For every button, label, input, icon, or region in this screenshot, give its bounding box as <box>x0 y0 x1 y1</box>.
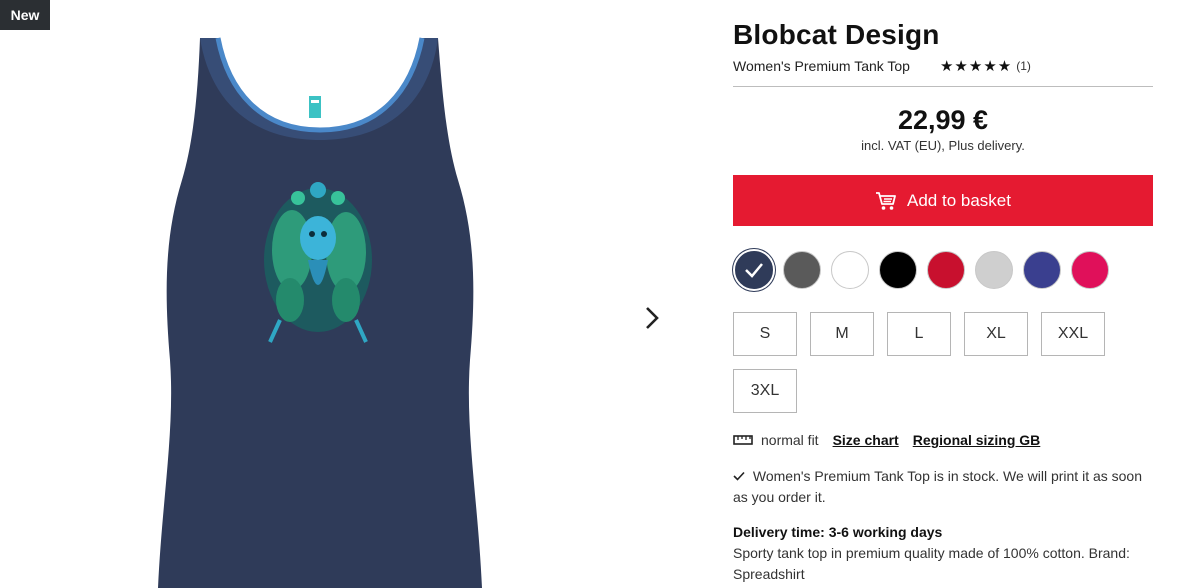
color-swatch-light-grey[interactable] <box>975 251 1013 289</box>
color-swatch-pink[interactable] <box>1071 251 1109 289</box>
ruler-icon <box>733 435 753 445</box>
product-title: Blobcat Design <box>733 19 940 50</box>
size-chart-link[interactable]: Size chart <box>833 432 899 448</box>
color-selector <box>735 251 1153 289</box>
tank-top-illustration <box>158 37 482 588</box>
rating-stars[interactable]: ★ ★ ★ ★ ★ <box>940 59 1011 74</box>
color-swatch-grey[interactable] <box>783 251 821 289</box>
product-subtitle: Women's Premium Tank Top <box>733 58 910 74</box>
star-icon: ★ <box>983 57 997 75</box>
stock-text: Women's Premium Tank Top is in stock. We… <box>733 468 1143 505</box>
add-to-basket-button[interactable]: Add to basket <box>733 175 1153 226</box>
color-swatch-navy[interactable] <box>735 251 773 289</box>
size-option-l[interactable]: L <box>887 312 951 356</box>
divider <box>733 86 1153 87</box>
regional-sizing-link[interactable]: Regional sizing GB <box>913 432 1041 448</box>
star-icon: ★ <box>997 57 1012 75</box>
color-swatch-white[interactable] <box>831 251 869 289</box>
size-option-3xl[interactable]: 3XL <box>733 369 797 413</box>
rating-count[interactable]: (1) <box>1016 59 1031 73</box>
star-icon: ★ <box>939 57 954 75</box>
color-swatch-red[interactable] <box>927 251 965 289</box>
size-option-xl[interactable]: XL <box>964 312 1028 356</box>
size-option-s[interactable]: S <box>733 312 797 356</box>
stock-status: Women's Premium Tank Top is in stock. We… <box>733 466 1153 508</box>
product-image[interactable] <box>140 30 500 588</box>
delivery-time: Delivery time: 3-6 working days <box>733 524 943 540</box>
size-selector: S M L XL XXL 3XL <box>733 312 1133 413</box>
star-icon: ★ <box>968 57 983 75</box>
color-swatch-black[interactable] <box>879 251 917 289</box>
size-option-xxl[interactable]: XXL <box>1041 312 1105 356</box>
fit-label: normal fit <box>761 432 819 448</box>
fit-info: normal fit Size chart Regional sizing GB <box>733 432 1153 448</box>
product-description: Sporty tank top in premium quality made … <box>733 545 1130 582</box>
checkmark-icon <box>745 263 763 278</box>
vat-note: incl. VAT (EU), Plus delivery. <box>861 138 1025 153</box>
chevron-right-icon <box>646 307 659 329</box>
cart-icon <box>875 191 897 211</box>
color-swatch-royal-blue[interactable] <box>1023 251 1061 289</box>
product-price: 22,99 € <box>897 105 989 135</box>
add-to-basket-label: Add to basket <box>907 190 1011 210</box>
star-icon: ★ <box>954 57 968 75</box>
next-image-button[interactable] <box>638 302 666 334</box>
checkmark-icon <box>733 468 749 484</box>
size-option-m[interactable]: M <box>810 312 874 356</box>
product-details-panel: Blobcat Design Women's Premium Tank Top … <box>733 18 1153 585</box>
new-badge: New <box>0 0 50 30</box>
